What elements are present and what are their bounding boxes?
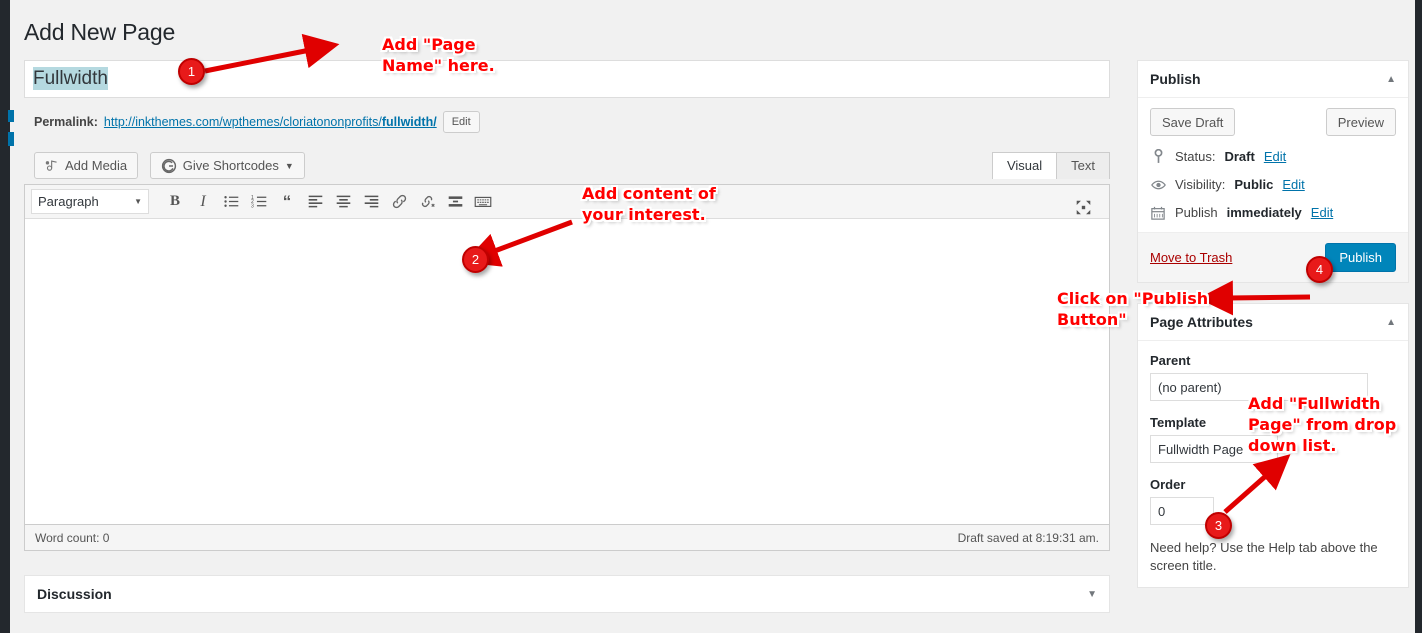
- annotation-1-text: Add "Page Name" here.: [382, 34, 495, 76]
- permalink-link[interactable]: http://inkthemes.com/wpthemes/cloriatono…: [104, 115, 437, 129]
- schedule-edit-link[interactable]: Edit: [1311, 205, 1333, 220]
- annotation-1-badge: 1: [178, 58, 205, 85]
- annotation-2-badge: 2: [462, 246, 489, 273]
- preview-button[interactable]: Preview: [1326, 108, 1396, 136]
- discussion-postbox[interactable]: Discussion ▼: [24, 575, 1110, 613]
- italic-icon[interactable]: I: [189, 188, 217, 216]
- page-attributes-help-text: Need help? Use the Help tab above the sc…: [1150, 539, 1396, 575]
- order-input-value: 0: [1158, 504, 1165, 519]
- schedule-value: immediately: [1227, 205, 1302, 220]
- paragraph-format-value: Paragraph: [38, 194, 99, 209]
- order-input[interactable]: 0: [1150, 497, 1214, 525]
- link-icon[interactable]: [385, 188, 413, 216]
- annotation-2-text: Add content of your interest.: [582, 183, 716, 225]
- publish-postbox-footer: Move to Trash Publish: [1138, 232, 1408, 282]
- blockquote-icon[interactable]: “: [273, 188, 301, 216]
- editor-media-bar: Add Media Give Shortcodes ▼ Visual Text: [24, 152, 1110, 184]
- schedule-label: Publish: [1175, 205, 1218, 220]
- publish-postbox-body: Save Draft Preview Status: Draft Edit Vi…: [1138, 98, 1408, 232]
- admin-menu-active-indicator: [8, 110, 14, 122]
- give-shortcodes-label: Give Shortcodes: [183, 158, 279, 173]
- editor-mode-tabs: Visual Text: [992, 152, 1110, 179]
- edit-permalink-button[interactable]: Edit: [443, 111, 480, 133]
- discussion-title: Discussion: [37, 586, 112, 602]
- publish-button[interactable]: Publish: [1325, 243, 1396, 272]
- tab-visual[interactable]: Visual: [992, 152, 1057, 179]
- publish-postbox-title: Publish: [1150, 71, 1201, 87]
- distraction-free-icon[interactable]: [1069, 193, 1097, 221]
- add-media-icon: [45, 159, 59, 173]
- status-row: Status: Draft Edit: [1150, 149, 1396, 164]
- align-center-icon[interactable]: [329, 188, 357, 216]
- tinymce-container: Paragraph ▼ B I 123 “: [24, 184, 1110, 525]
- status-label: Status:: [1175, 149, 1215, 164]
- chevron-up-icon[interactable]: ▲: [1386, 317, 1396, 328]
- add-media-label: Add Media: [65, 158, 127, 173]
- tab-text[interactable]: Text: [1057, 152, 1110, 179]
- status-value: Draft: [1224, 149, 1254, 164]
- visibility-row: Visibility: Public Edit: [1150, 177, 1396, 192]
- right-window-edge: [1415, 0, 1422, 633]
- ordered-list-icon[interactable]: 123: [245, 188, 273, 216]
- move-to-trash-link[interactable]: Move to Trash: [1150, 250, 1232, 265]
- chevron-down-icon: ▼: [134, 197, 142, 206]
- status-edit-link[interactable]: Edit: [1264, 149, 1286, 164]
- publish-postbox: Publish ▲ Save Draft Preview Status: Dra…: [1137, 60, 1409, 283]
- keyboard-shortcuts-icon[interactable]: [469, 188, 497, 216]
- parent-select-value: (no parent): [1158, 380, 1222, 395]
- unordered-list-icon[interactable]: [217, 188, 245, 216]
- admin-menu-active-indicator-secondary: [8, 132, 14, 146]
- eye-icon: [1150, 179, 1166, 191]
- give-shortcodes-button[interactable]: Give Shortcodes ▼: [150, 152, 305, 179]
- permalink-slug: fullwidth/: [382, 115, 437, 129]
- permalink-label: Permalink:: [34, 115, 98, 129]
- parent-label: Parent: [1150, 353, 1396, 368]
- page-title-input-value: Fullwidth: [33, 67, 108, 90]
- word-count: Word count: 0: [35, 531, 109, 545]
- main-editor-column: Fullwidth Permalink: http://inkthemes.co…: [24, 60, 1110, 613]
- align-right-icon[interactable]: [357, 188, 385, 216]
- chevron-up-icon[interactable]: ▲: [1386, 74, 1396, 85]
- visibility-label: Visibility:: [1175, 177, 1225, 192]
- schedule-row: Publish immediately Edit: [1150, 205, 1396, 220]
- order-label: Order: [1150, 477, 1396, 492]
- save-draft-button[interactable]: Save Draft: [1150, 108, 1235, 136]
- editor-box: Add Media Give Shortcodes ▼ Visual Text: [24, 152, 1110, 551]
- publish-postbox-header[interactable]: Publish ▲: [1138, 61, 1408, 98]
- publish-actions-row: Save Draft Preview: [1150, 108, 1396, 136]
- chevron-down-icon[interactable]: ▼: [1087, 589, 1097, 600]
- annotation-4-badge: 4: [1306, 256, 1333, 283]
- align-left-icon[interactable]: [301, 188, 329, 216]
- annotation-3-badge: 3: [1205, 512, 1232, 539]
- pin-icon: [1150, 149, 1166, 164]
- sidebar-column: Publish ▲ Save Draft Preview Status: Dra…: [1137, 60, 1409, 608]
- add-media-button[interactable]: Add Media: [34, 152, 138, 179]
- visibility-value: Public: [1234, 177, 1273, 192]
- shortcodes-icon: [161, 158, 177, 174]
- bold-icon[interactable]: B: [161, 188, 189, 216]
- annotation-4-text: Click on "Publish Button": [1057, 288, 1208, 330]
- page-title: Add New Page: [24, 18, 175, 47]
- visibility-edit-link[interactable]: Edit: [1282, 177, 1304, 192]
- calendar-icon: [1150, 206, 1166, 220]
- admin-menu-edge: [0, 0, 10, 633]
- paragraph-format-select[interactable]: Paragraph ▼: [31, 189, 149, 214]
- template-select-value: Fullwidth Page: [1158, 442, 1243, 457]
- editor-content-area[interactable]: [25, 219, 1109, 524]
- page-attributes-body: Parent (no parent) Template Fullwidth Pa…: [1138, 341, 1408, 587]
- svg-text:3: 3: [251, 203, 254, 209]
- editor-statusbar: Word count: 0 Draft saved at 8:19:31 am.: [24, 525, 1110, 551]
- unlink-icon[interactable]: [413, 188, 441, 216]
- annotation-3-text: Add "Fullwidth Page" from drop down list…: [1248, 393, 1396, 456]
- editor-toolbar: Paragraph ▼ B I 123 “: [25, 185, 1109, 219]
- permalink-row: Permalink: http://inkthemes.com/wpthemes…: [24, 111, 1110, 133]
- chevron-down-icon: ▼: [285, 161, 294, 171]
- insert-more-icon[interactable]: [441, 188, 469, 216]
- draft-saved-status: Draft saved at 8:19:31 am.: [958, 531, 1099, 545]
- permalink-url-prefix: http://inkthemes.com/wpthemes/cloriatono…: [104, 115, 382, 129]
